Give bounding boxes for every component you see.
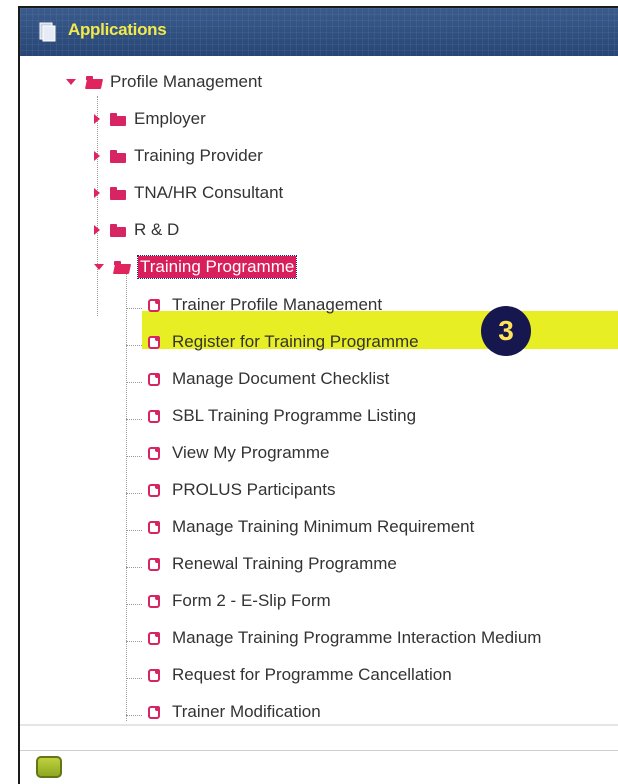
panel-toggle-icon[interactable] <box>36 756 62 778</box>
folder-icon <box>110 112 126 126</box>
step-callout-badge: 3 <box>481 306 531 356</box>
document-icon <box>148 668 160 682</box>
document-icon <box>148 298 160 312</box>
tree-leaf-request-for-programme-cancellation[interactable]: Request for Programme Cancellation <box>148 661 452 689</box>
document-icon <box>148 520 160 534</box>
tree-leaf-label: SBL Training Programme Listing <box>172 406 417 425</box>
tree-leaf-manage-training-minimum-requirement[interactable]: Manage Training Minimum Requirement <box>148 513 474 541</box>
folder-icon <box>110 186 126 200</box>
tree-leaf-label: Manage Document Checklist <box>172 369 390 388</box>
applications-title: Applications <box>68 20 167 39</box>
document-icon <box>148 557 160 571</box>
tree-node-training-programme[interactable]: Training Programme <box>94 253 298 281</box>
tree-node-tna-hr-consultant[interactable]: TNA/HR Consultant <box>94 179 283 207</box>
tree-leaf-label: Trainer Modification <box>172 702 321 721</box>
folder-icon <box>110 223 126 237</box>
tree-node-label: R & D <box>134 220 180 239</box>
tree-leaf-trainer-modification[interactable]: Trainer Modification <box>148 698 321 726</box>
tree-leaf-label: View My Programme <box>172 443 330 462</box>
tree-leaf-label: Renewal Training Programme <box>172 554 397 573</box>
document-icon <box>148 446 160 460</box>
footer-divider <box>20 724 618 726</box>
expand-arrow-icon[interactable] <box>94 264 104 270</box>
tree-node-r-and-d[interactable]: R & D <box>94 216 179 244</box>
tree-leaf-prolus-participants[interactable]: PROLUS Participants <box>148 476 335 504</box>
tree-leaf-label: Manage Training Programme Interaction Me… <box>172 628 542 647</box>
document-icon <box>148 483 160 497</box>
tree-node-training-provider[interactable]: Training Provider <box>94 142 263 170</box>
applications-icon <box>39 22 56 42</box>
expand-arrow-icon[interactable] <box>66 79 76 85</box>
tree-node-label: Employer <box>134 109 206 128</box>
tree-leaf-register-for-training-programme[interactable]: Register for Training Programme <box>148 328 419 356</box>
tree-leaf-manage-document-checklist[interactable]: Manage Document Checklist <box>148 365 389 393</box>
document-icon <box>148 372 160 386</box>
tree-node-employer[interactable]: Employer <box>94 105 206 133</box>
tree-leaf-label: Register for Training Programme <box>172 332 419 351</box>
tree-node-label: TNA/HR Consultant <box>134 183 284 202</box>
tree-leaf-renewal-training-programme[interactable]: Renewal Training Programme <box>148 550 397 578</box>
document-icon <box>148 409 160 423</box>
document-icon <box>148 631 160 645</box>
tree-leaf-label: Manage Training Minimum Requirement <box>172 517 475 536</box>
collapse-arrow-icon[interactable] <box>94 225 100 235</box>
tree-leaf-sbl-training-programme-listing[interactable]: SBL Training Programme Listing <box>148 402 416 430</box>
tree-node-profile-management[interactable]: Profile Management <box>66 68 262 96</box>
tree-leaf-manage-training-programme-interaction-medium[interactable]: Manage Training Programme Interaction Me… <box>148 624 541 652</box>
tree-leaf-view-my-programme[interactable]: View My Programme <box>148 439 329 467</box>
folder-icon <box>110 149 126 163</box>
document-icon <box>148 594 160 608</box>
navigation-tree: Profile Management Employer Training Pro… <box>20 56 618 724</box>
document-icon <box>148 335 160 349</box>
tree-leaf-form-2-e-slip-form[interactable]: Form 2 - E-Slip Form <box>148 587 331 615</box>
collapse-arrow-icon[interactable] <box>94 188 100 198</box>
tree-leaf-trainer-profile-management[interactable]: Trainer Profile Management <box>148 291 382 319</box>
tree-leaf-label: Request for Programme Cancellation <box>172 665 452 684</box>
folder-open-icon <box>86 75 102 89</box>
tree-leaf-label: PROLUS Participants <box>172 480 336 499</box>
document-icon <box>148 705 160 719</box>
collapse-arrow-icon[interactable] <box>94 151 100 161</box>
tree-leaf-label: Trainer Profile Management <box>172 295 383 314</box>
applications-header: Applications <box>20 8 618 56</box>
tree-node-label: Profile Management <box>110 72 263 91</box>
folder-open-icon <box>114 260 130 274</box>
tree-node-label-selected: Training Programme <box>136 255 298 279</box>
tree-leaf-label: Form 2 - E-Slip Form <box>172 591 331 610</box>
applications-panel: Applications Profile Management Employer <box>18 6 618 784</box>
collapse-arrow-icon[interactable] <box>94 114 100 124</box>
tree-node-label: Training Provider <box>134 146 263 165</box>
footer-divider <box>20 750 618 751</box>
